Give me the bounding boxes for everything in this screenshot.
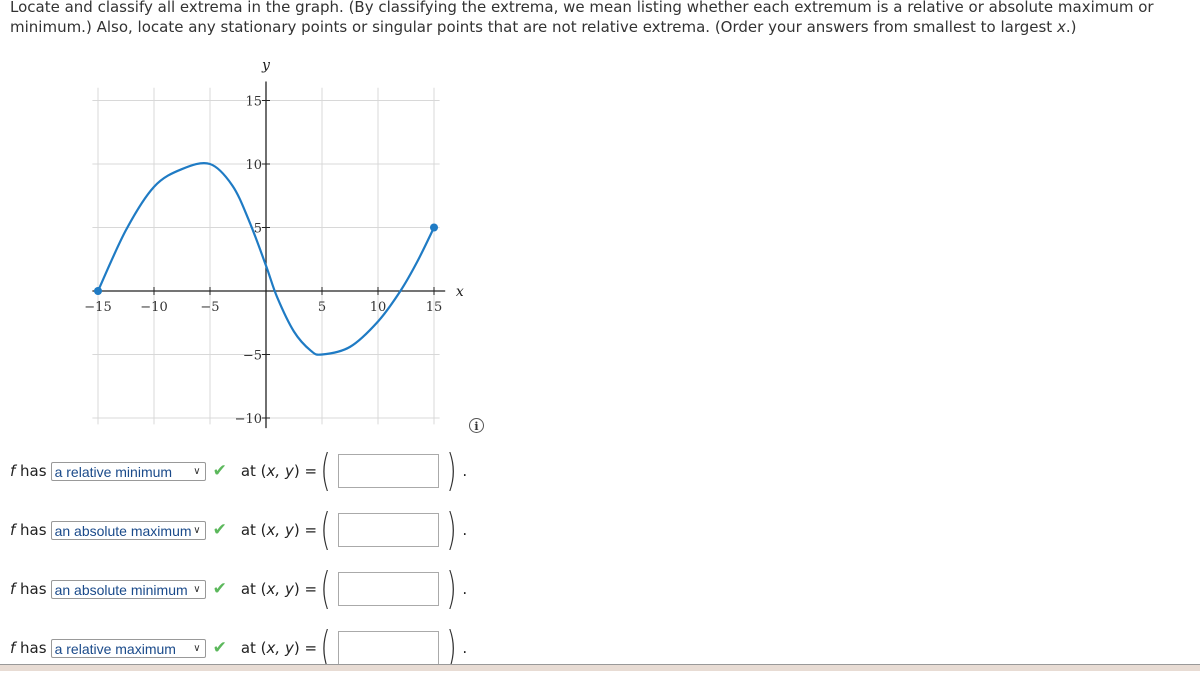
answer-row: f has a relative maximum ∨ ✔ at (x, y) =… [10, 622, 468, 673]
at-close: ) = [293, 580, 318, 598]
at-xy-label: at (x, y) = [241, 462, 317, 480]
graph: xy −15 −10 −5 5 10 15−10−551015 [84, 57, 464, 429]
x-tick-label: −5 [200, 300, 219, 315]
at-open: at ( [240, 462, 267, 480]
at-open: at ( [240, 580, 267, 598]
coordinate-input[interactable] [338, 572, 440, 606]
extremum-type-select[interactable]: an absolute maximum ∨ [50, 520, 206, 540]
f-has-label: f has [10, 462, 47, 480]
chevron-down-icon: ∨ [193, 642, 201, 654]
at-close: ) = [293, 462, 318, 480]
answer-row: f has an absolute maximum ∨ ✔ at (x, y) … [10, 504, 468, 555]
at-vars: x, y [266, 580, 294, 598]
left-paren: ( [320, 504, 331, 555]
x-tick-label: 5 [318, 300, 326, 315]
f-has-label: f has [10, 580, 47, 598]
right-paren: ) [446, 504, 457, 555]
at-xy-label: at (x, y) = [241, 580, 317, 598]
left-paren: ( [320, 445, 331, 496]
extremum-type-select[interactable]: an absolute minimum ∨ [50, 579, 206, 599]
at-close: ) = [293, 521, 318, 539]
answer-row: f has an absolute minimum ∨ ✔ at (x, y) … [10, 563, 468, 614]
right-paren: ) [446, 563, 457, 614]
extremum-type-select[interactable]: a relative minimum ∨ [50, 461, 206, 481]
at-vars: x, y [266, 639, 294, 657]
question-var: x [1056, 18, 1066, 36]
question-text-part2: .) [1065, 18, 1077, 36]
checkmark-icon: ✔ [212, 638, 227, 658]
extremum-type-select[interactable]: a relative maximum ∨ [50, 638, 206, 658]
coordinate-input[interactable] [338, 454, 440, 488]
f-has-label: f has [10, 521, 47, 539]
chevron-down-icon: ∨ [193, 465, 201, 477]
checkmark-icon: ✔ [212, 520, 227, 540]
y-tick-label: 10 [245, 158, 262, 173]
has-text: has [15, 639, 47, 657]
f-has-label: f has [10, 639, 47, 657]
right-paren: ) [446, 445, 457, 496]
period: . [462, 639, 468, 657]
y-tick-label: −5 [243, 349, 262, 364]
at-xy-label: at (x, y) = [241, 639, 317, 657]
at-open: at ( [240, 639, 267, 657]
checkmark-icon: ✔ [212, 579, 227, 599]
period: . [462, 462, 468, 480]
info-icon[interactable]: i [469, 418, 484, 433]
at-vars: x, y [266, 521, 294, 539]
chevron-down-icon: ∨ [193, 583, 201, 595]
y-tick-label: 15 [245, 95, 262, 110]
at-close: ) = [293, 639, 318, 657]
period: . [462, 521, 468, 539]
at-vars: x, y [266, 462, 294, 480]
left-paren: ( [320, 563, 331, 614]
has-text: has [15, 462, 47, 480]
coordinate-input[interactable] [338, 631, 440, 665]
y-tick-label: −10 [235, 412, 262, 427]
left-paren: ( [320, 622, 331, 673]
select-value: a relative maximum [54, 640, 176, 657]
has-text: has [15, 521, 47, 539]
chevron-down-icon: ∨ [193, 524, 201, 536]
checkmark-icon: ✔ [212, 461, 227, 481]
at-open: at ( [240, 521, 267, 539]
right-paren: ) [446, 622, 457, 673]
x-axis-label: x [456, 284, 464, 300]
select-value: a relative minimum [54, 463, 173, 480]
answer-row: f has a relative minimum ∨ ✔ at (x, y) =… [10, 445, 468, 496]
at-xy-label: at (x, y) = [241, 521, 317, 539]
y-axis-label: y [261, 57, 271, 73]
select-value: an absolute maximum [54, 522, 192, 539]
endpoint-dot [94, 287, 102, 295]
select-value: an absolute minimum [54, 581, 188, 598]
axes: xy [92, 57, 464, 429]
x-tick-label: −10 [140, 300, 167, 315]
x-tick-label: 15 [426, 300, 443, 315]
x-tick-label: −15 [84, 300, 111, 315]
coordinate-input[interactable] [338, 513, 440, 547]
endpoint-dot [430, 223, 438, 232]
has-text: has [15, 580, 47, 598]
period: . [462, 580, 468, 598]
